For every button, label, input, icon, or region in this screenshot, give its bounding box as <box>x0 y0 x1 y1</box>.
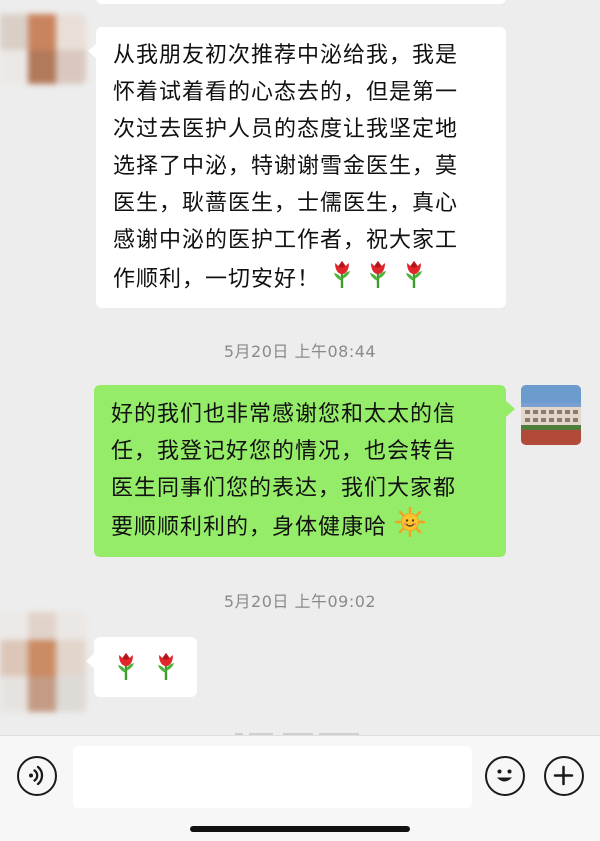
message-line: 医生，耿蔷医生，士儒医生，真心 <box>113 191 459 216</box>
rose-icon <box>112 651 140 693</box>
message-input[interactable] <box>73 746 472 808</box>
smiley-icon[interactable] <box>485 756 525 796</box>
message-line: 选择了中泌，特谢谢雪金医生，莫 <box>113 154 459 179</box>
message-line: 要顺顺利利的，身体健康哈 <box>111 515 388 540</box>
home-indicator[interactable] <box>190 826 410 832</box>
rose-icon <box>400 259 428 301</box>
plus-icon[interactable] <box>544 756 584 796</box>
rose-icon <box>328 259 356 301</box>
message-line: 次过去医护人员的态度让我坚定地 <box>113 117 459 142</box>
contact-avatar[interactable] <box>0 14 86 84</box>
message-timestamp: 5月20日 上午09:02 <box>223 592 377 611</box>
voice-icon[interactable] <box>17 756 57 796</box>
message-line: 怀着试着看的心态去的，但是第一 <box>113 80 459 105</box>
message-line: 感谢中泌的医护工作者，祝大家工 <box>113 228 459 253</box>
next-timestamp-cutoff <box>235 728 365 735</box>
message-line: 作顺利，一切安好！ <box>113 267 321 292</box>
incoming-message-bubble[interactable]: 从我朋友初次推荐中泌给我，我是 怀着试着看的心态去的，但是第一 次过去医护人员的… <box>88 27 506 308</box>
message-line: 从我朋友初次推荐中泌给我，我是 <box>113 43 459 68</box>
message-line: 好的我们也非常感谢您和太太的信 <box>111 402 457 427</box>
contact-avatar[interactable] <box>0 612 86 712</box>
message-line: 任，我登记好您的情况，也会转告 <box>111 439 457 464</box>
rose-icon <box>152 651 180 693</box>
incoming-message-bubble[interactable] <box>86 637 197 697</box>
my-avatar[interactable] <box>521 385 581 445</box>
outgoing-message-bubble[interactable]: 好的我们也非常感谢您和太太的信 任，我登记好您的情况，也会转告 医生同事们您的表… <box>94 385 515 557</box>
rose-icon <box>364 259 392 301</box>
chat-area[interactable]: 从我朋友初次推荐中泌给我，我是 怀着试着看的心态去的，但是第一 次过去医护人员的… <box>0 0 600 735</box>
message-line: 医生同事们您的表达，我们大家都 <box>111 476 457 501</box>
sun-smile-icon <box>394 506 426 549</box>
input-bar <box>0 735 600 841</box>
previous-message-bubble <box>96 0 506 4</box>
message-timestamp: 5月20日 上午08:44 <box>223 342 377 361</box>
